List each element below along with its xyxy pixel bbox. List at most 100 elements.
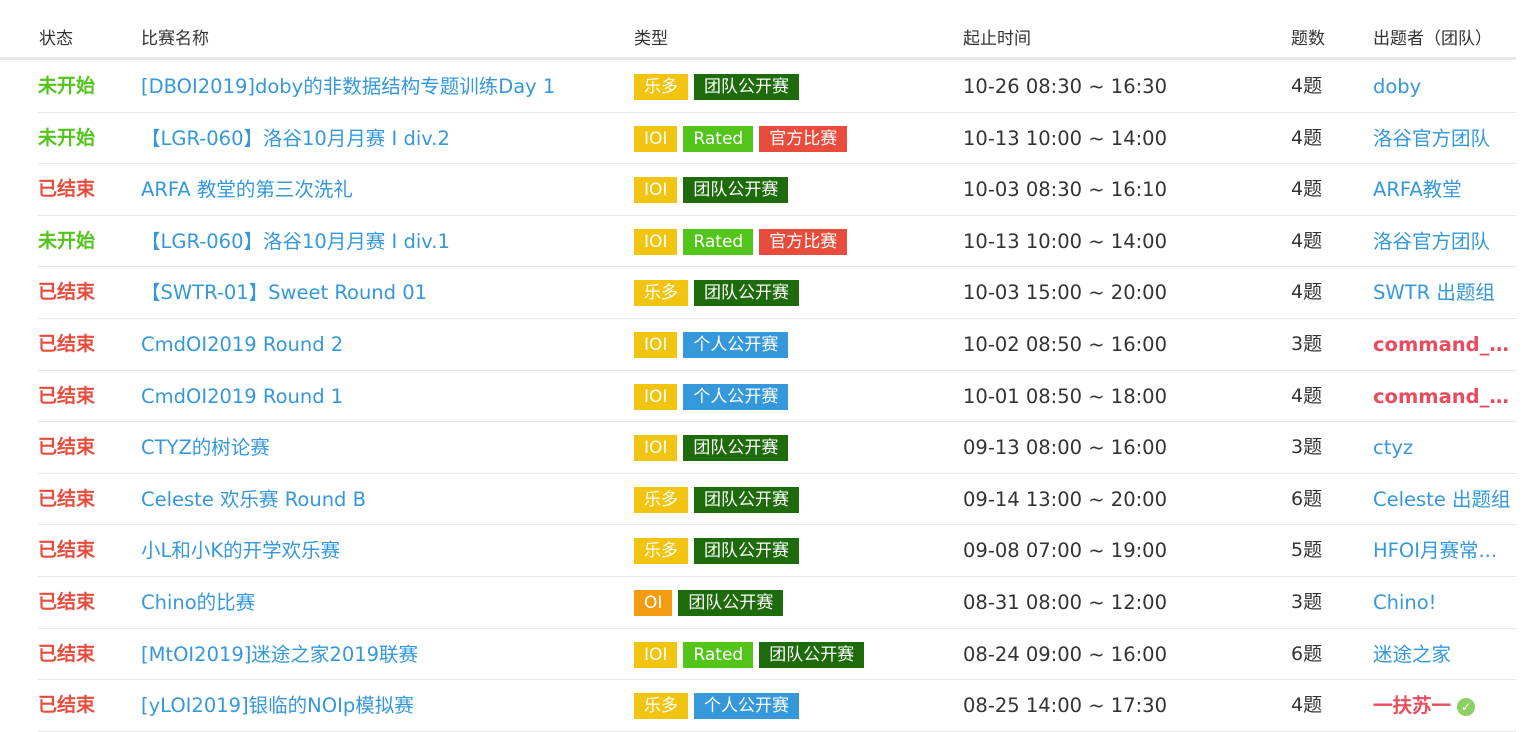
problem-count: 4题	[1291, 229, 1323, 252]
type-tag: 团队公开赛	[694, 280, 799, 307]
contest-name-link[interactable]: CTYZ的树论赛	[141, 422, 270, 473]
time-range: 09-14 13:00 ~ 20:00	[963, 487, 1167, 511]
table-row: 已结束 【SWTR-01】Sweet Round 01 乐多 团队公开赛 10-03 1…	[38, 267, 1516, 319]
type-tag: Rated	[683, 125, 754, 152]
contest-name-link[interactable]: CmdOI2019 Round 2	[141, 319, 343, 370]
contest-name-link[interactable]: ARFA 教堂的第三次洗礼	[141, 164, 353, 215]
host-name: Chino!	[1373, 591, 1437, 614]
table-row: 已结束 小L和小K的开学欢乐赛 乐多 团队公开赛 09-08 07:00 ~ 19:00…	[38, 525, 1516, 577]
host-link[interactable]: 洛谷官方团队	[1373, 216, 1516, 267]
status-label: 已结束	[38, 539, 96, 562]
table-row: 已结束 Chino的比赛 OI 团队公开赛 08-31 08:00 ~ 12:00 3题 C…	[38, 577, 1516, 629]
table-row: 已结束 CmdOI2019 Round 2 IOI 个人公开赛 10-02 08:50 …	[38, 319, 1516, 371]
contest-name-link[interactable]: [MtOI2019]迷途之家2019联赛	[141, 629, 418, 680]
problem-count: 4题	[1291, 384, 1323, 407]
time-range: 10-03 15:00 ~ 20:00	[963, 281, 1167, 305]
header-name: 比赛名称	[141, 29, 209, 49]
contest-name-link[interactable]: CmdOI2019 Round 1	[141, 371, 343, 422]
contest-type-tags: 乐多 个人公开赛	[634, 693, 799, 720]
header-time: 起止时间	[963, 29, 1031, 49]
type-tag: IOI	[634, 125, 678, 152]
host-link[interactable]: 洛谷官方团队	[1373, 113, 1516, 164]
type-tag: Rated	[683, 641, 754, 668]
header-type: 类型	[634, 29, 668, 49]
host-link[interactable]: Chino!	[1373, 577, 1516, 628]
time-range: 08-25 14:00 ~ 17:30	[963, 694, 1167, 718]
contest-type-tags: IOI Rated 团队公开赛	[634, 641, 865, 668]
time-range: 08-24 09:00 ~ 16:00	[963, 642, 1167, 666]
time-range: 08-31 08:00 ~ 12:00	[963, 591, 1167, 614]
contest-name-link[interactable]: Celeste 欢乐赛 Round B	[141, 474, 366, 525]
host-link[interactable]: ctyz	[1373, 422, 1516, 473]
type-tag: IOI	[634, 435, 678, 462]
host-link[interactable]: SWTR 出题组	[1373, 267, 1516, 318]
type-tag: IOI	[634, 228, 678, 255]
contest-name-link[interactable]: 【LGR-060】洛谷10月月赛 I div.1	[141, 216, 450, 267]
host-name: command_b...	[1373, 384, 1516, 408]
type-tag: 乐多	[634, 693, 688, 720]
status-label: 已结束	[38, 436, 96, 459]
host-link[interactable]: Celeste 出题组	[1373, 474, 1516, 525]
host-name: SWTR 出题组	[1373, 281, 1495, 305]
contest-name-link[interactable]: Chino的比赛	[141, 577, 255, 628]
contest-name-link[interactable]: 【LGR-060】洛谷10月月赛 I div.2	[141, 113, 450, 164]
host-link[interactable]: ARFA教堂	[1373, 164, 1516, 215]
status-label: 已结束	[38, 178, 96, 201]
time-range: 10-03 08:30 ~ 16:10	[963, 178, 1167, 202]
contest-name-link[interactable]: [yLOI2019]银临的NOIp模拟赛	[141, 680, 414, 731]
table-row: 未开始 【LGR-060】洛谷10月月赛 I div.1 IOI Rated 官方比赛 1…	[38, 216, 1516, 268]
status-label: 已结束	[38, 333, 96, 355]
status-label: 已结束	[38, 487, 96, 510]
host-name: 迷途之家	[1373, 642, 1452, 666]
host-link[interactable]: 一扶苏一 ✓	[1373, 680, 1516, 731]
host-link[interactable]: HFOI月赛常...	[1373, 525, 1516, 576]
problem-count: 4题	[1291, 694, 1323, 717]
contest-type-tags: 乐多 团队公开赛	[634, 538, 799, 565]
type-tag: 个人公开赛	[683, 383, 789, 410]
contest-type-tags: IOI 团队公开赛	[634, 435, 789, 462]
host-link[interactable]: command_b...	[1373, 371, 1516, 422]
time-range: 10-02 08:50 ~ 16:00	[963, 333, 1167, 356]
type-tag: 团队公开赛	[694, 486, 799, 513]
table-row: 已结束 [yLOI2019]银临的NOIp模拟赛 乐多 个人公开赛 08-25 14:0…	[38, 680, 1516, 732]
status-label: 已结束	[38, 591, 96, 613]
type-tag: 官方比赛	[759, 228, 848, 255]
type-tag: 团队公开赛	[683, 435, 789, 462]
problem-count: 3题	[1291, 436, 1323, 459]
verified-check-icon: ✓	[1457, 697, 1476, 716]
contest-type-tags: 乐多 团队公开赛	[634, 74, 799, 100]
problem-count: 4题	[1291, 178, 1323, 201]
status-label: 已结束	[38, 694, 96, 717]
type-tag: 团队公开赛	[683, 177, 789, 204]
problem-count: 4题	[1291, 126, 1323, 149]
table-row: 未开始 [DBOI2019]doby的非数据结构专题训练Day 1 乐多 团队公开赛 1…	[38, 61, 1516, 113]
type-tag: IOI	[634, 332, 678, 358]
time-range: 09-13 08:00 ~ 16:00	[963, 436, 1167, 460]
host-link[interactable]: doby	[1373, 61, 1516, 112]
problem-count: 5题	[1291, 539, 1323, 562]
contest-name-link[interactable]: [DBOI2019]doby的非数据结构专题训练Day 1	[141, 61, 555, 112]
problem-count: 4题	[1291, 281, 1323, 304]
time-range: 10-26 08:30 ~ 16:30	[963, 75, 1167, 98]
host-link[interactable]: command_b...	[1373, 319, 1516, 370]
host-name: ctyz	[1373, 436, 1414, 460]
contest-name-link[interactable]: 小L和小K的开学欢乐赛	[141, 525, 340, 576]
type-tag: 乐多	[634, 486, 688, 513]
host-name: Celeste 出题组	[1373, 487, 1511, 511]
problem-count: 4题	[1291, 75, 1323, 97]
host-name: HFOI月赛常...	[1373, 539, 1498, 563]
type-tag: IOI	[634, 383, 678, 410]
contest-type-tags: IOI 个人公开赛	[634, 383, 789, 410]
table-row: 已结束 CmdOI2019 Round 1 IOI 个人公开赛 10-01 08:50 …	[38, 371, 1516, 423]
host-name: ARFA教堂	[1373, 178, 1462, 202]
type-tag: 乐多	[634, 74, 688, 100]
header-host: 出题者（团队）	[1373, 29, 1492, 49]
table-header: 状态 比赛名称 类型 起止时间 题数 出题者（团队）	[0, 0, 1516, 60]
host-link[interactable]: 迷途之家	[1373, 629, 1516, 680]
status-label: 未开始	[38, 75, 96, 97]
contest-name-link[interactable]: 【SWTR-01】Sweet Round 01	[141, 267, 427, 318]
time-range: 10-13 10:00 ~ 14:00	[963, 229, 1167, 253]
type-tag: 团队公开赛	[694, 538, 799, 565]
contest-type-tags: IOI 个人公开赛	[634, 332, 789, 358]
type-tag: IOI	[634, 641, 678, 668]
